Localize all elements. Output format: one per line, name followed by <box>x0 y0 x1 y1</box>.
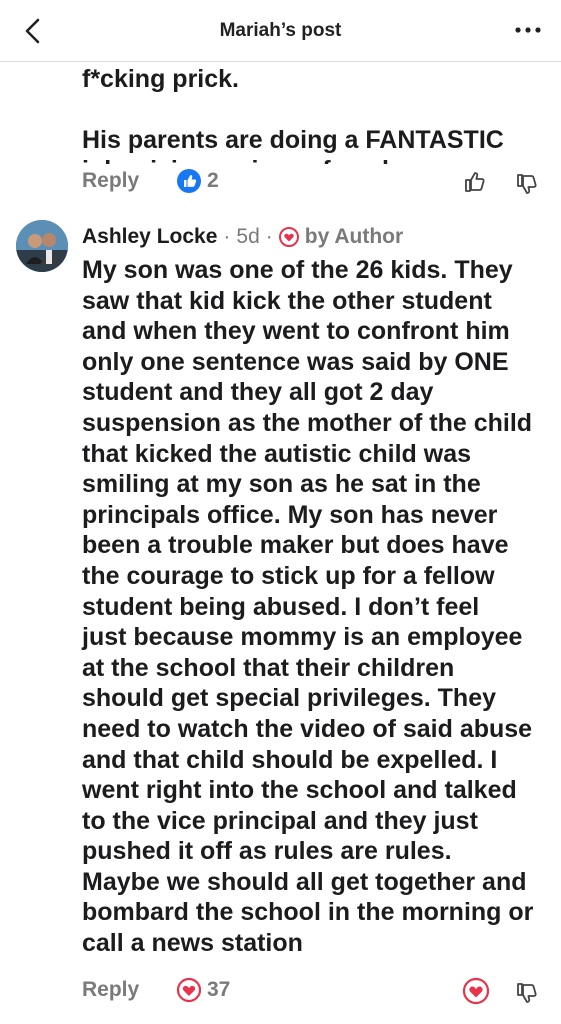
heart-reaction-icon <box>176 977 202 1003</box>
reply-button[interactable]: Reply <box>82 169 139 193</box>
thumbs-down-button[interactable] <box>514 170 542 198</box>
heart-icon <box>462 977 490 1005</box>
avatar[interactable] <box>16 220 68 272</box>
previous-comment-text: His parents are doing a FANTASTIC job ra… <box>82 125 504 164</box>
separator-dot: · <box>265 225 273 248</box>
like-reaction-icon <box>177 169 201 193</box>
love-button[interactable] <box>462 977 490 1005</box>
thumbs-up-button[interactable] <box>462 168 490 196</box>
previous-comment-cut-line: f*cking prick. <box>82 64 239 93</box>
thumbs-down-icon <box>517 174 537 194</box>
comment-time: 5d <box>236 225 260 248</box>
heart-badge-icon <box>278 227 299 247</box>
previous-comment: f*cking prick. His parents are doing a F… <box>0 62 561 164</box>
thumbs-down-button[interactable] <box>514 979 542 1007</box>
thumbs-down-icon <box>517 983 537 1003</box>
comment-actions: Reply 37 <box>82 976 552 1006</box>
reaction-count: 37 <box>207 978 231 1001</box>
author-badge: by Author <box>304 225 404 248</box>
thumbs-up-icon <box>465 172 485 192</box>
more-options-button[interactable] <box>511 18 545 42</box>
reaction-count: 2 <box>207 169 219 192</box>
reaction-summary[interactable]: 2 <box>176 167 219 195</box>
top-bar: Mariah’s post <box>0 0 561 62</box>
comment-meta: Ashley Locke · 5d · by Author <box>82 225 403 249</box>
reply-button[interactable]: Reply <box>82 978 139 1002</box>
reaction-summary[interactable]: 37 <box>176 976 230 1004</box>
author-name[interactable]: Ashley Locke <box>82 225 217 249</box>
more-horizontal-icon <box>515 27 541 33</box>
page-title: Mariah’s post <box>219 20 342 41</box>
comment-text: My son was one of the 26 kids. They saw … <box>82 256 534 958</box>
separator-dot: · <box>223 225 231 248</box>
previous-comment-actions: Reply 2 <box>82 167 552 197</box>
user-photo-icon <box>16 220 68 272</box>
